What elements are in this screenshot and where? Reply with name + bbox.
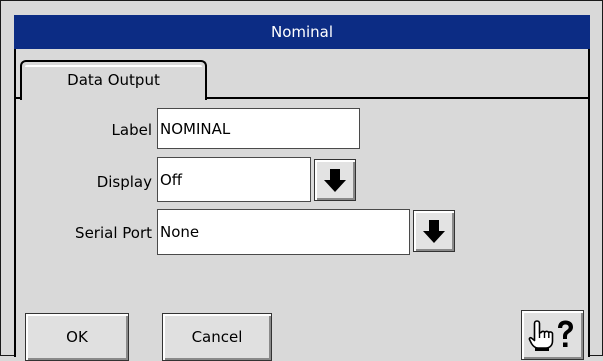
tab-label: Data Output (67, 71, 160, 89)
serial-port-field-label: Serial Port (75, 224, 152, 242)
serial-port-dropdown-button[interactable] (413, 210, 455, 252)
window-title: Nominal (270, 23, 334, 41)
display-field-label: Display (96, 173, 152, 191)
ok-button[interactable]: OK (25, 313, 129, 361)
display-select[interactable]: Off (157, 157, 311, 202)
dialog-window: Nominal Data Output Label NOMINAL Displa… (0, 0, 603, 361)
dialog-content: Data Output Label NOMINAL Display Off Se… (14, 49, 590, 361)
display-dropdown-button[interactable] (314, 159, 356, 201)
pointing-hand-question-icon (528, 320, 573, 351)
cancel-button-label: Cancel (191, 328, 243, 346)
label-input[interactable]: NOMINAL (157, 108, 360, 149)
arrow-down-icon (423, 220, 445, 243)
cancel-button[interactable]: Cancel (162, 313, 272, 361)
title-bar: Nominal (14, 15, 590, 49)
tab-data-output[interactable]: Data Output (20, 60, 207, 100)
serial-port-select-value: None (160, 223, 200, 241)
display-select-value: Off (160, 170, 183, 189)
label-field-label: Label (111, 121, 152, 139)
arrow-down-icon (324, 169, 346, 192)
label-input-value: NOMINAL (160, 119, 231, 138)
ok-button-label: OK (66, 328, 88, 346)
serial-port-select[interactable]: None (157, 209, 410, 255)
help-button[interactable] (521, 310, 584, 360)
